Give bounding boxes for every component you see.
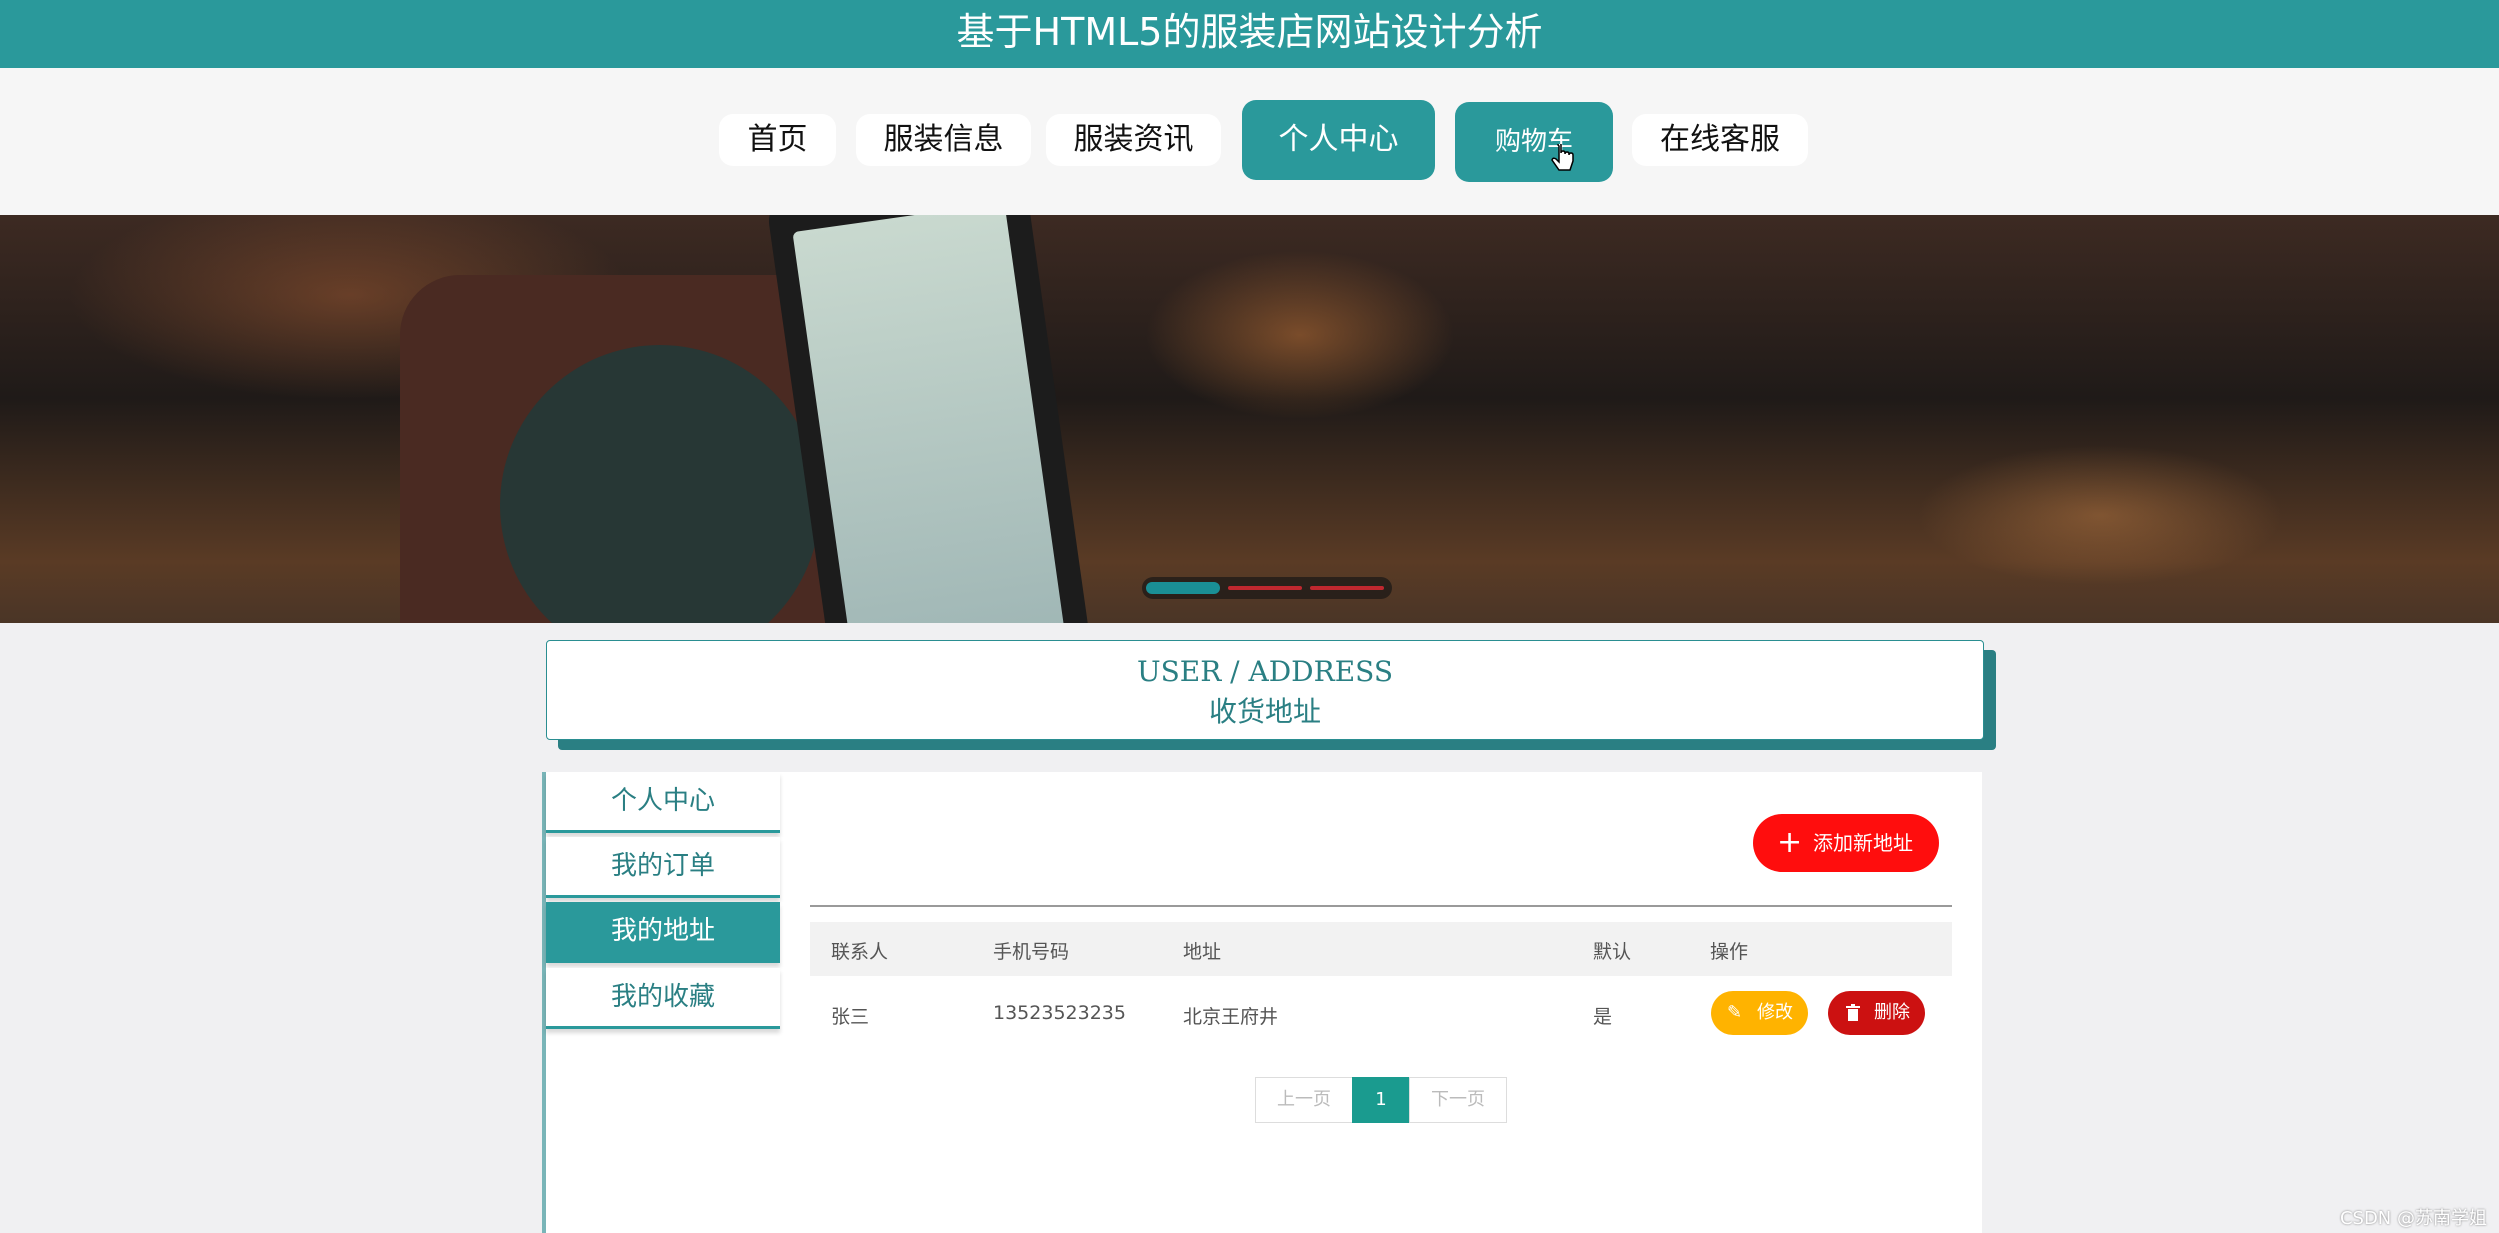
trash-icon [1846,1004,1860,1021]
section-title-en: USER / ADDRESS [1136,655,1394,688]
sidebar-item-personal-center[interactable]: 个人中心 [546,772,780,833]
nav-clothing-info[interactable]: 服装信息 [856,114,1031,166]
edit-label: 修改 [1757,1002,1793,1023]
section-header: USER / ADDRESS 收货地址 [546,640,1984,740]
hero-banner [0,215,2499,623]
col-actions: 操作 [1710,941,1749,963]
nav-cart[interactable]: 购物车 [1455,102,1613,182]
site-title: 基于HTML5的服装店网站设计分析 [0,0,2499,68]
cell-default: 是 [1593,1006,1613,1028]
cell-contact: 张三 [831,1006,870,1028]
sidebar-item-my-favorites[interactable]: 我的收藏 [546,968,780,1029]
col-phone: 手机号码 [993,941,1070,963]
pencil-icon: ✎ [1727,1002,1743,1023]
prev-page-button[interactable]: 上一页 [1255,1077,1353,1123]
sidebar-item-my-address[interactable]: 我的地址 [546,902,780,963]
main-nav: 首页 服装信息 服装资讯 个人中心 购物车 在线客服 [0,68,2499,215]
add-address-button[interactable]: + 添加新地址 [1753,814,1939,872]
nav-online-service[interactable]: 在线客服 [1632,114,1808,166]
col-address: 地址 [1183,941,1222,963]
hand-cursor-icon [1551,144,1574,171]
edit-button[interactable]: ✎ 修改 [1711,991,1808,1035]
delete-label: 删除 [1874,1002,1910,1023]
plus-icon: + [1777,825,1803,860]
col-contact: 联系人 [831,941,889,963]
nav-home[interactable]: 首页 [719,114,836,166]
nav-clothing-news[interactable]: 服装资讯 [1046,114,1221,166]
table-header [810,922,1952,976]
carousel-dot-1[interactable] [1146,582,1220,594]
carousel-dot-3[interactable] [1310,586,1384,590]
nav-personal-center[interactable]: 个人中心 [1242,100,1435,180]
sidebar-item-my-orders[interactable]: 我的订单 [546,837,780,898]
carousel-dot-2[interactable] [1228,586,1302,590]
section-title-zh: 收货地址 [1208,695,1321,728]
carousel-indicators [1142,577,1392,599]
delete-button[interactable]: 删除 [1828,991,1925,1035]
add-address-label: 添加新地址 [1813,831,1913,855]
col-default: 默认 [1593,941,1632,963]
divider [810,905,1952,907]
cell-address: 北京王府井 [1183,1006,1279,1028]
cell-phone: 13523523235 [993,1002,1126,1024]
watermark: CSDN @苏南学姐 [2339,1208,2487,1229]
next-page-button[interactable]: 下一页 [1409,1077,1507,1123]
page-1-button[interactable]: 1 [1352,1077,1410,1123]
